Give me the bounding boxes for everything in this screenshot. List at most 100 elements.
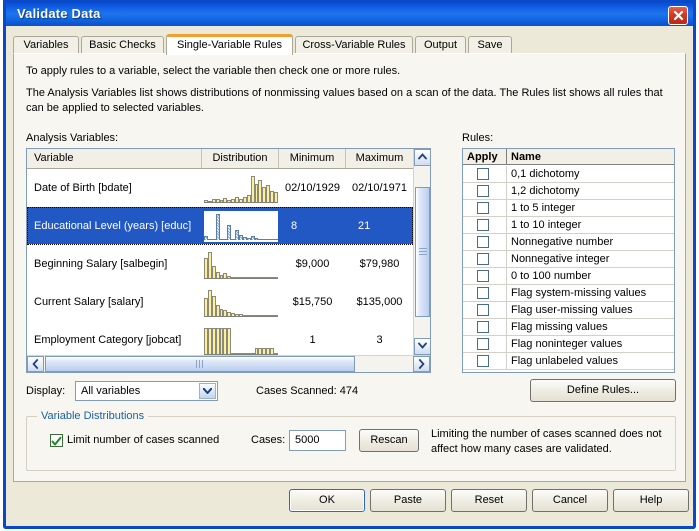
vertical-scrollbar[interactable] — [413, 149, 430, 355]
horizontal-scrollbar[interactable] — [27, 355, 430, 372]
rule-apply-checkbox[interactable] — [477, 202, 489, 214]
maximum-cell: $135,000 — [356, 296, 403, 308]
define-rules-button[interactable]: Define Rules... — [530, 379, 676, 402]
minimum-cell: $15,750 — [292, 296, 333, 308]
minimum-cell: 1 — [309, 334, 316, 346]
distribution-histogram — [204, 287, 278, 318]
title-bar: Validate Data — [3, 0, 696, 26]
rule-name: Flag noninteger values — [511, 338, 623, 350]
rule-apply-checkbox[interactable] — [477, 338, 489, 350]
help-button[interactable]: Help — [613, 489, 689, 512]
tab-output[interactable]: Output — [415, 36, 466, 54]
table-row[interactable]: Date of Birth [bdate] 02/10/1929 02/10/197… — [27, 169, 413, 207]
chevron-right-icon — [418, 359, 425, 369]
tab-content-panel: To apply rules to a variable, select the… — [13, 53, 686, 482]
limit-cases-checkbox[interactable] — [50, 434, 63, 447]
column-header-distribution[interactable]: Distribution — [202, 149, 279, 168]
variable-name-cell: Educational Level (years) [educ] — [34, 220, 192, 232]
reset-button[interactable]: Reset — [451, 489, 527, 512]
tab-basic-checks[interactable]: Basic Checks — [81, 36, 164, 54]
rules-header: Apply Name — [463, 149, 674, 166]
horizontal-scrollbar-thumb[interactable] — [45, 356, 355, 372]
ok-button[interactable]: OK — [289, 489, 365, 512]
rule-apply-checkbox[interactable] — [477, 270, 489, 282]
tab-single-variable-rules[interactable]: Single-Variable Rules — [166, 34, 293, 55]
analysis-variables-header: Variable Distribution Minimum Maximum — [27, 149, 430, 169]
variable-distributions-group: Variable Distributions Limit number of c… — [26, 410, 676, 471]
chevron-up-icon — [418, 153, 427, 160]
list-item[interactable]: Nonnegative number — [463, 234, 674, 251]
table-row[interactable]: Current Salary [salary] $15,750 $135,000 — [27, 283, 413, 321]
rescan-button[interactable]: Rescan — [359, 429, 419, 452]
list-item[interactable]: Flag missing values — [463, 319, 674, 336]
list-item[interactable]: 1 to 10 integer — [463, 217, 674, 234]
scroll-down-button[interactable] — [414, 338, 430, 355]
list-item[interactable]: 0,1 dichotomy — [463, 166, 674, 183]
cancel-button[interactable]: Cancel — [532, 489, 608, 512]
list-item[interactable]: Flag system-missing values — [463, 285, 674, 302]
rule-name: Nonnegative number — [511, 236, 614, 248]
table-row[interactable]: Employment Category [jobcat] 1 3 — [27, 321, 413, 359]
list-item[interactable]: 0 to 100 number — [463, 268, 674, 285]
display-selected-value: All variables — [81, 385, 141, 397]
list-item[interactable]: Flag user-missing values — [463, 302, 674, 319]
rule-apply-checkbox[interactable] — [477, 168, 489, 180]
scroll-right-button[interactable] — [413, 356, 430, 372]
rule-apply-checkbox[interactable] — [477, 236, 489, 248]
rule-name: 0 to 100 number — [511, 270, 592, 282]
cases-input[interactable]: 5000 — [289, 430, 346, 451]
list-item[interactable]: 1 to 5 integer — [463, 200, 674, 217]
column-header-apply[interactable]: Apply — [463, 149, 507, 165]
dropdown-arrow-button[interactable] — [199, 383, 216, 399]
rule-name: 0,1 dichotomy — [511, 168, 580, 180]
rule-apply-checkbox[interactable] — [477, 304, 489, 316]
list-item[interactable]: Nonnegative integer — [463, 251, 674, 268]
rule-apply-checkbox[interactable] — [477, 321, 489, 333]
apply-cell — [463, 234, 507, 250]
scroll-up-button[interactable] — [414, 149, 430, 166]
scroll-left-button[interactable] — [27, 356, 44, 372]
cases-scanned-status: Cases Scanned: 474 — [256, 385, 359, 397]
rules-list[interactable]: Apply Name 0,1 dichotomy 1,2 dichotomy 1 t… — [462, 148, 675, 373]
apply-cell — [463, 353, 507, 369]
apply-cell — [463, 251, 507, 267]
table-row[interactable]: Beginning Salary [salbegin] $9,000 $79,980 — [27, 245, 413, 283]
list-item[interactable]: Flag unlabeled values — [463, 353, 674, 370]
close-button[interactable] — [668, 6, 688, 25]
column-header-maximum[interactable]: Maximum — [346, 149, 413, 168]
paste-button[interactable]: Paste — [370, 489, 446, 512]
variable-name-cell: Date of Birth [bdate] — [34, 182, 132, 194]
limit-cases-label[interactable]: Limit number of cases scanned — [67, 434, 219, 446]
column-header-variable[interactable]: Variable — [27, 149, 202, 168]
chevron-down-icon — [203, 388, 212, 394]
rule-apply-checkbox[interactable] — [477, 253, 489, 265]
column-header-minimum[interactable]: Minimum — [279, 149, 346, 168]
window-title: Validate Data — [17, 6, 101, 21]
rules-label: Rules: — [462, 132, 494, 144]
vertical-scrollbar-thumb[interactable] — [415, 187, 430, 317]
list-item[interactable]: Flag noninteger values — [463, 336, 674, 353]
rule-apply-checkbox[interactable] — [477, 219, 489, 231]
display-dropdown[interactable]: All variables — [75, 381, 218, 401]
analysis-variables-list[interactable]: Variable Distribution Minimum Maximum Da… — [26, 148, 431, 373]
distribution-histogram — [204, 249, 278, 280]
chevron-left-icon — [32, 359, 39, 369]
tab-variables[interactable]: Variables — [13, 36, 79, 54]
instruction-line-1: To apply rules to a variable, select the… — [26, 65, 401, 77]
table-row[interactable]: Educational Level (years) [educ] 8 21 — [27, 207, 413, 245]
rule-apply-checkbox[interactable] — [477, 355, 489, 367]
tab-cross-variable-rules[interactable]: Cross-Variable Rules — [295, 36, 413, 54]
minimum-cell: 8 — [291, 220, 298, 232]
rules-rows: 0,1 dichotomy 1,2 dichotomy 1 to 5 integer… — [463, 166, 674, 370]
rule-name: 1,2 dichotomy — [511, 185, 580, 197]
rule-apply-checkbox[interactable] — [477, 287, 489, 299]
maximum-cell: 02/10/1971 — [351, 182, 408, 194]
list-item[interactable]: 1,2 dichotomy — [463, 183, 674, 200]
rule-name: 1 to 10 integer — [511, 219, 582, 231]
dialog-footer: OK Paste Reset Cancel Help — [6, 479, 693, 526]
rule-apply-checkbox[interactable] — [477, 185, 489, 197]
tab-save[interactable]: Save — [468, 36, 512, 54]
apply-cell — [463, 268, 507, 284]
rule-name: Flag system-missing values — [511, 287, 647, 299]
column-header-name[interactable]: Name — [507, 149, 674, 165]
